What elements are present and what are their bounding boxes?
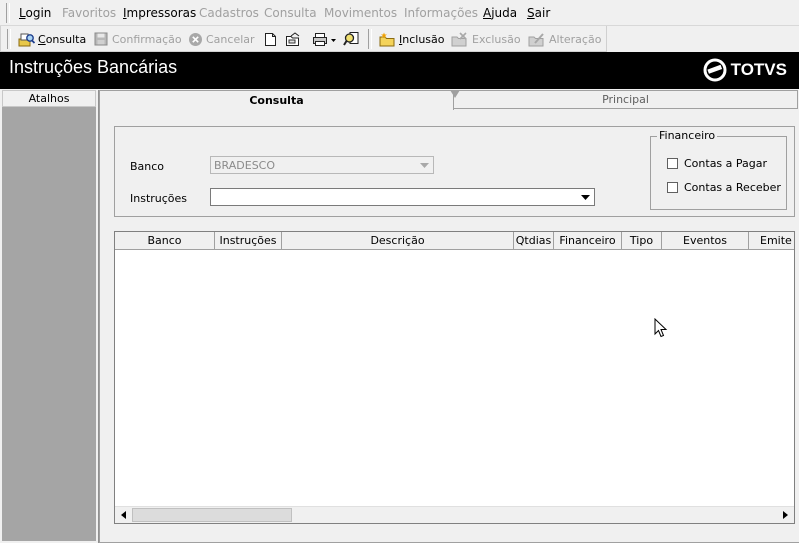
instrucoes-label: Instruções [130,192,188,205]
contas-receber-checkbox[interactable] [667,182,678,193]
tab-principal[interactable]: Principal [454,90,798,109]
grid-header: Banco Instruções Descrição Qtdias Financ… [115,232,794,250]
contas-pagar-checkbox[interactable] [667,158,678,169]
inclusao-button[interactable]: Inclusão [379,31,445,47]
toolbar-separator [368,29,372,49]
preview-button[interactable] [343,31,363,47]
save-icon [94,32,108,46]
search-document-icon [343,32,359,46]
mouse-cursor-icon [654,318,668,338]
delete-folder-icon [451,31,467,46]
horizontal-scrollbar[interactable] [115,506,794,523]
menu-login[interactable]: Login [19,6,51,20]
cancel-icon [189,32,202,46]
chevron-down-icon [417,158,432,172]
banco-select[interactable]: BRADESCO [210,156,434,174]
menu-consulta[interactable]: Consulta [264,6,317,20]
menu-bar: Login Favoritos Impressoras Cadastros Co… [0,0,799,26]
contas-pagar-label: Contas a Pagar [684,157,768,170]
consulta-panel: Banco BRADESCO Instruções Financeiro Con… [99,110,799,543]
print-button[interactable] [312,31,341,47]
page-title: Instruções Bancárias [9,57,178,77]
logo-text: TOTVS [730,60,787,79]
scroll-thumb[interactable] [132,508,292,522]
new-document-icon [265,32,276,46]
consulta-icon [18,33,35,46]
sidebar-title: Atalhos [2,90,96,107]
tab-divider [450,90,460,98]
contas-receber-label: Contas a Receber [684,181,781,194]
banco-label: Banco [130,160,165,173]
main-content: Consulta Principal Banco BRADESCO Instru… [98,90,799,543]
consulta-button[interactable]: Consulta [18,31,86,47]
column-descricao[interactable]: Descrição [282,232,514,250]
column-emite[interactable]: Emite r [749,232,794,250]
menu-impressoras[interactable]: Impressoras [123,6,196,20]
confirmacao-button[interactable]: Confirmação [94,31,182,47]
totvs-logo-icon [703,58,727,82]
menu-informacoes[interactable]: Informações [404,6,478,20]
chevron-down-icon [578,190,593,204]
add-folder-icon [379,32,395,46]
toolbar: Consulta Confirmação Cancelar Inclusão E… [0,26,607,52]
menu-sair[interactable]: Sair [527,6,550,20]
filter-box: Banco BRADESCO Instruções Financeiro Con… [114,126,795,217]
menu-ajuda[interactable]: Ajuda [483,6,517,20]
totvs-logo: TOTVS [703,58,787,82]
arrow-right-icon [783,511,788,519]
new-document-button[interactable] [264,31,280,47]
results-grid[interactable]: Banco Instruções Descrição Qtdias Financ… [114,231,795,524]
printer-icon [313,32,336,46]
toolbar-grip [7,29,11,49]
financeiro-group: Financeiro Contas a Pagar Contas a Receb… [650,129,787,210]
column-eventos[interactable]: Eventos [662,232,749,250]
arrow-left-icon [121,511,126,519]
exclusao-button[interactable]: Exclusão [451,31,521,47]
column-tipo[interactable]: Tipo [622,232,662,250]
sidebar: Atalhos [2,90,96,541]
financeiro-legend: Financeiro [657,129,718,142]
scroll-left-button[interactable] [115,507,132,523]
menu-favoritos[interactable]: Favoritos [62,6,116,20]
menu-movimentos[interactable]: Movimentos [324,6,397,20]
column-instrucoes[interactable]: Instruções [215,232,282,250]
alteracao-button[interactable]: Alteração [528,31,601,47]
column-financeiro[interactable]: Financeiro [554,232,622,250]
menu-grip [6,3,10,23]
banco-value: BRADESCO [214,159,276,172]
column-qtdias[interactable]: Qtdias [514,232,554,250]
open-button[interactable] [285,31,304,47]
tab-consulta[interactable]: Consulta [99,90,454,111]
scroll-right-button[interactable] [777,507,794,523]
title-bar: Instruções Bancárias TOTVS [0,52,799,89]
menu-cadastros[interactable]: Cadastros [199,6,259,20]
cancelar-button[interactable]: Cancelar [188,31,255,47]
instrucoes-select[interactable] [210,188,595,206]
column-banco[interactable]: Banco [115,232,215,250]
open-folder-icon [286,31,300,46]
edit-folder-icon [528,32,544,46]
